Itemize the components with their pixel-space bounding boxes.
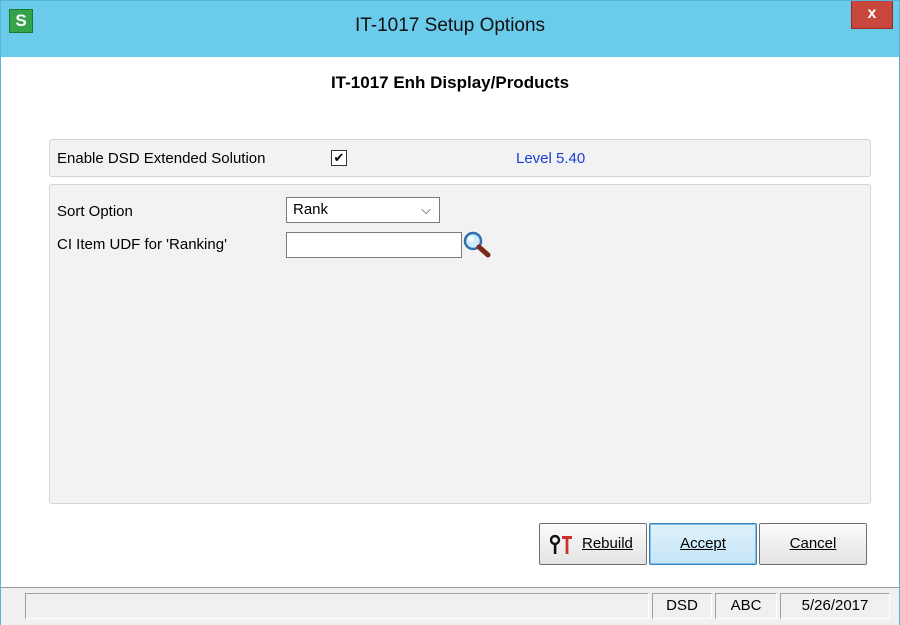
title-bar[interactable]: S IT-1017 Setup Options x (1, 1, 899, 57)
status-company: DSD (652, 593, 712, 619)
ci-item-udf-input[interactable] (286, 232, 462, 258)
options-panel: Sort Option Rank ⌵ CI Item UDF for 'Rank… (49, 184, 871, 504)
status-code: ABC (715, 593, 777, 619)
cancel-button[interactable]: Cancel (759, 523, 867, 565)
enable-panel: Enable DSD Extended Solution ✔ Level 5.4… (49, 139, 871, 177)
sort-option-label: Sort Option (57, 203, 133, 220)
rebuild-button[interactable]: Rebuild (539, 523, 647, 565)
enable-dsd-label: Enable DSD Extended Solution (57, 150, 266, 167)
window-title: IT-1017 Setup Options (354, 15, 546, 36)
accept-button[interactable]: Accept (649, 523, 757, 565)
enable-dsd-checkbox[interactable]: ✔ (331, 150, 347, 166)
ci-item-udf-label: CI Item UDF for 'Ranking' (57, 236, 227, 253)
tools-icon (550, 535, 572, 554)
lookup-magnifier-icon[interactable] (462, 230, 492, 258)
chevron-down-icon[interactable]: ⌵ (421, 198, 431, 222)
sort-option-select[interactable]: Rank ⌵ (286, 197, 440, 223)
status-bar: DSD ABC 5/26/2017 (1, 587, 899, 625)
cancel-button-label: Cancel (789, 535, 837, 552)
close-button[interactable]: x (851, 1, 893, 29)
status-message (25, 593, 649, 619)
setup-options-window: S IT-1017 Setup Options x IT-1017 Enh Di… (0, 0, 900, 625)
rebuild-button-label: Rebuild (582, 535, 633, 552)
sort-option-value: Rank (293, 201, 329, 218)
level-text: Level 5.40 (516, 150, 586, 167)
status-date: 5/26/2017 (780, 593, 890, 619)
accept-button-label: Accept (680, 535, 726, 552)
page-heading: IT-1017 Enh Display/Products (330, 73, 570, 92)
